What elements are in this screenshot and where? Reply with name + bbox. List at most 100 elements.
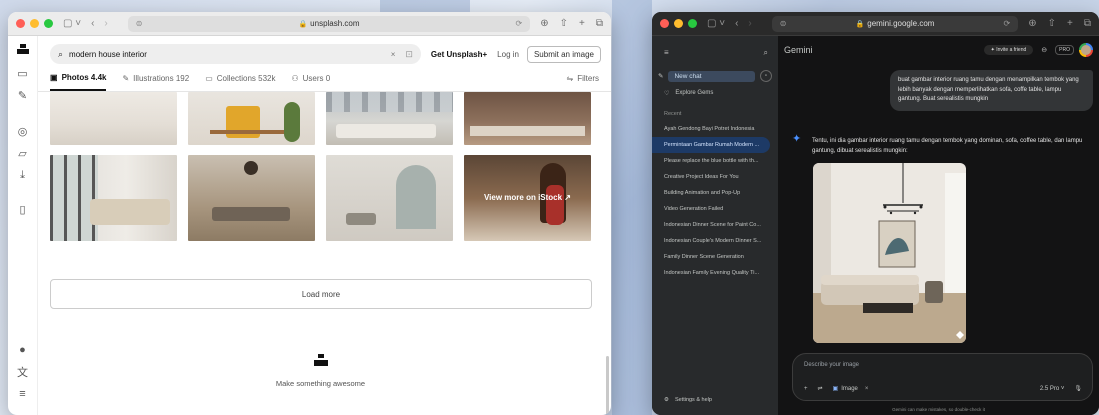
unsplash-window: ▢ ˅ ‹ › ⊜ 🔒 unsplash.com ⟳ ⊕ ⇧ + ⧉ ▭ ✎ ◎…: [8, 12, 611, 415]
unsplash-logo-icon[interactable]: [16, 44, 29, 54]
photo-tile[interactable]: [326, 92, 453, 145]
login-link[interactable]: Log in: [497, 50, 519, 59]
minimize-button[interactable]: [674, 19, 683, 28]
menu-icon[interactable]: ≡: [8, 383, 37, 405]
minimize-button[interactable]: [30, 19, 39, 28]
pen-icon[interactable]: ✎: [8, 84, 37, 106]
photo-tile[interactable]: [464, 92, 591, 145]
compass-icon[interactable]: ◎: [8, 120, 37, 142]
visual-search-icon[interactable]: ⊡: [405, 49, 413, 60]
folder-icon[interactable]: ▱: [8, 142, 37, 164]
zoom-button[interactable]: [44, 19, 53, 28]
recent-chat-item[interactable]: Indonesian Couple's Modern Dinner S...: [652, 233, 778, 249]
back-icon[interactable]: ‹: [735, 18, 738, 29]
photo-tile[interactable]: [50, 92, 177, 145]
living-room-image: [813, 163, 966, 343]
page-settings-icon[interactable]: ⊜: [780, 19, 787, 28]
recent-chat-item-active[interactable]: Permintaan Gambar Rumah Modern ...: [652, 137, 770, 153]
address-bar[interactable]: ⊜ 🔒 gemini.google.com ⟳: [771, 15, 1019, 32]
recent-heading: Recent: [664, 111, 682, 117]
language-icon[interactable]: 文: [8, 361, 37, 383]
load-more-button[interactable]: Load more: [50, 279, 592, 309]
menu-icon[interactable]: ≡: [664, 48, 669, 58]
new-tab-icon[interactable]: +: [1067, 18, 1073, 29]
tab-illustrations[interactable]: ✎ Illustrations 192: [122, 66, 189, 91]
gallery-icon[interactable]: ▭: [8, 62, 37, 84]
address-bar[interactable]: ⊜ 🔒 unsplash.com ⟳: [127, 15, 531, 32]
back-icon[interactable]: ‹: [91, 18, 94, 29]
tab-users[interactable]: ⚇ Users 0: [291, 66, 330, 91]
generated-image[interactable]: [813, 163, 966, 343]
invite-friend-button[interactable]: ✦ Invite a friend: [983, 45, 1034, 55]
scrollbar[interactable]: [606, 356, 609, 415]
tab-photos[interactable]: ▣ Photos 4.4k: [50, 66, 107, 91]
prompt-input[interactable]: Describe your image: [804, 362, 859, 368]
recent-chat-item[interactable]: Family Dinner Scene Generation: [652, 249, 778, 265]
photo-tile[interactable]: [326, 155, 453, 241]
download-icon[interactable]: ⤓: [8, 164, 37, 186]
search-tabs: ▣ Photos 4.4k ✎ Illustrations 192 ▭ Collect…: [38, 66, 611, 92]
filters-button[interactable]: ⇋ Filters: [567, 66, 599, 91]
new-chat-button[interactable]: ✎ New chat ▫: [658, 70, 772, 82]
photo-tile[interactable]: [188, 155, 315, 241]
photo-tile[interactable]: [50, 155, 177, 241]
temporary-chat-icon[interactable]: ▫: [760, 70, 772, 82]
recent-chat-item[interactable]: Indonesian Family Evening Quality Ti...: [652, 265, 778, 281]
submit-image-button[interactable]: Submit an image: [526, 45, 601, 63]
recent-chat-item[interactable]: Please replace the blue bottle with th..…: [652, 153, 778, 169]
model-selector[interactable]: 2.5 Pro ˅: [1040, 386, 1065, 392]
image-chip-label: Image: [841, 385, 858, 392]
istock-link[interactable]: View more on iStock ↗: [464, 193, 591, 202]
forward-icon[interactable]: ›: [104, 18, 107, 29]
filters-label: Filters: [577, 74, 599, 83]
explore-gems-link[interactable]: ♡ Explore Gems: [652, 82, 778, 97]
istock-promo-tile[interactable]: View more on iStock ↗: [464, 155, 591, 241]
tab-collections[interactable]: ▭ Collections 532k: [205, 66, 275, 91]
search-input[interactable]: ⌕ modern house interior × ⊡: [50, 44, 421, 64]
settings-help-link[interactable]: ⚙ Settings & help: [664, 397, 712, 403]
close-icon[interactable]: ×: [865, 386, 869, 392]
tab-label: Users 0: [302, 74, 331, 83]
download-icon[interactable]: ⊕: [1028, 18, 1036, 29]
reload-icon[interactable]: ⟳: [1004, 19, 1011, 28]
image-icon: ▣: [832, 386, 839, 392]
recent-chat-item[interactable]: Video Generation Failed: [652, 201, 778, 217]
recent-chat-item[interactable]: Indonesian Dinner Scene for Paint Co...: [652, 217, 778, 233]
image-chip[interactable]: ▣ Image ×: [832, 385, 869, 392]
incognito-icon[interactable]: ⊖: [1041, 46, 1047, 54]
tools-icon[interactable]: ⇌: [818, 385, 823, 392]
share-icon[interactable]: ⇧: [1048, 18, 1056, 29]
recent-chat-item[interactable]: Building Animation and Pop-Up: [652, 185, 778, 201]
address-text: unsplash.com: [310, 19, 360, 28]
add-icon[interactable]: +: [804, 386, 808, 392]
lock-icon: 🔒: [855, 20, 865, 28]
gemini-chat: Gemini ✦ Invite a friend ⊖ PRO buat gamb…: [778, 36, 1099, 415]
close-button[interactable]: [16, 19, 25, 28]
account-icon[interactable]: ●: [8, 339, 37, 361]
microphone-icon[interactable]: 🎙: [1074, 385, 1082, 392]
get-unsplash-plus-link[interactable]: Get Unsplash+: [431, 50, 487, 59]
clear-icon[interactable]: ×: [391, 50, 396, 59]
forward-icon[interactable]: ›: [748, 18, 751, 29]
zoom-button[interactable]: [688, 19, 697, 28]
bookmark-icon[interactable]: ▯: [8, 198, 37, 220]
search-icon[interactable]: ⌕: [764, 48, 768, 58]
sidebar-toggle-icon[interactable]: ▢ ˅: [63, 18, 81, 29]
page-settings-icon[interactable]: ⊜: [136, 19, 143, 28]
close-button[interactable]: [660, 19, 669, 28]
pro-badge: PRO: [1055, 45, 1074, 55]
reload-icon[interactable]: ⟳: [516, 19, 523, 28]
download-icon[interactable]: ⊕: [540, 18, 548, 29]
share-icon[interactable]: ⇧: [560, 18, 568, 29]
recent-chat-item[interactable]: Ayah Gendong Bayi Potret Indonesia: [652, 121, 778, 137]
tab-overview-icon[interactable]: ⧉: [1084, 18, 1091, 29]
avatar[interactable]: [1079, 43, 1093, 57]
photo-tile[interactable]: [188, 92, 315, 145]
wallpaper-stripe: [612, 0, 652, 415]
collection-icon: ▭: [205, 74, 213, 83]
sidebar-toggle-icon[interactable]: ▢ ˅: [707, 18, 725, 29]
tab-overview-icon[interactable]: ⧉: [596, 18, 603, 29]
recent-chat-item[interactable]: Creative Project Ideas For You: [652, 169, 778, 185]
prompt-box[interactable]: Describe your image + ⇌ ▣ Image × 2.5 Pr…: [792, 353, 1093, 401]
new-tab-icon[interactable]: +: [579, 18, 585, 29]
